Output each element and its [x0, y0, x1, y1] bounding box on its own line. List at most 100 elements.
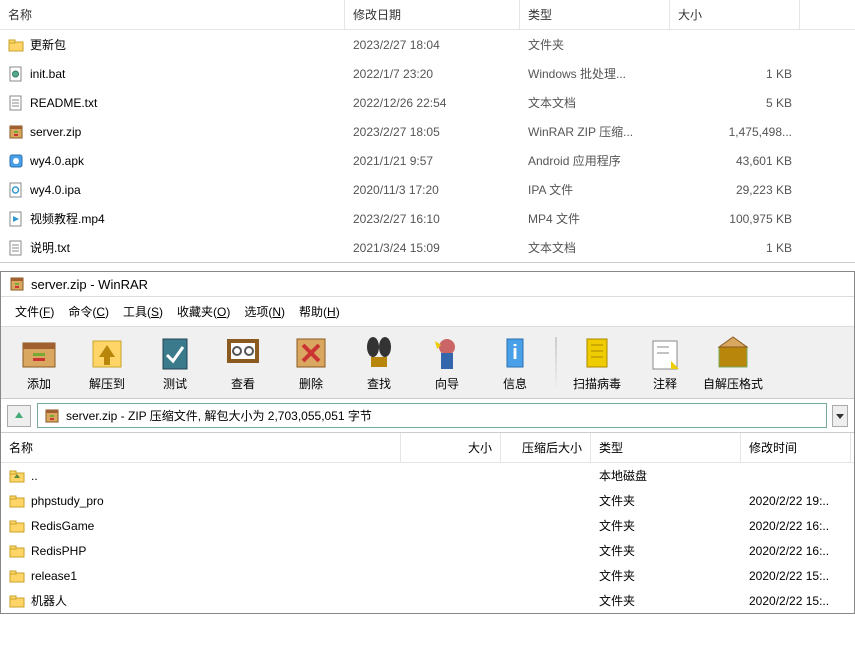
entry-size — [401, 499, 501, 503]
wheader-size[interactable]: 大小 — [401, 433, 501, 462]
entry-name: phpstudy_pro — [31, 494, 104, 508]
file-date: 2023/2/27 16:10 — [345, 210, 520, 228]
file-row[interactable]: wy4.0.apk 2021/1/21 9:57 Android 应用程序 43… — [0, 146, 855, 175]
menu-工具[interactable]: 工具(S) — [117, 301, 169, 322]
wheader-name[interactable]: 名称 — [1, 433, 401, 462]
tool-label: 注释 — [653, 375, 677, 392]
entry-type: 文件夹 — [591, 490, 741, 511]
entry-date: 2020/2/22 15:.. — [741, 567, 851, 585]
file-name: wy4.0.apk — [30, 154, 84, 168]
entry-name: RedisGame — [31, 519, 94, 533]
pathbar: server.zip - ZIP 压缩文件, 解包大小为 2,703,055,0… — [1, 399, 854, 433]
updir-icon — [9, 468, 25, 484]
entry-packed — [501, 599, 591, 603]
folder-icon — [8, 37, 24, 53]
wizard-icon — [427, 333, 467, 373]
folder-icon — [9, 568, 25, 584]
file-row[interactable]: 说明.txt 2021/3/24 15:09 文本文档 1 KB — [0, 233, 855, 262]
add-icon — [19, 333, 59, 373]
tool-wizard[interactable]: 向导 — [417, 333, 477, 392]
wheader-packed[interactable]: 压缩后大小 — [501, 433, 591, 462]
file-size: 100,975 KB — [670, 210, 800, 228]
wheader-type[interactable]: 类型 — [591, 433, 741, 462]
explorer-column-headers: 名称 修改日期 类型 大小 — [0, 0, 855, 30]
mp4-icon — [8, 211, 24, 227]
header-type[interactable]: 类型 — [520, 0, 670, 29]
menu-文件[interactable]: 文件(F) — [9, 301, 60, 322]
header-name[interactable]: 名称 — [0, 0, 345, 29]
menu-命令[interactable]: 命令(C) — [62, 301, 115, 322]
path-dropdown-button[interactable] — [832, 405, 848, 427]
entry-name: 机器人 — [31, 592, 67, 609]
tool-scan[interactable]: 扫描病毒 — [567, 333, 627, 392]
tool-label: 解压到 — [89, 375, 125, 392]
file-size: 1 KB — [670, 65, 800, 83]
file-date: 2022/1/7 23:20 — [345, 65, 520, 83]
menu-收藏夹[interactable]: 收藏夹(O) — [171, 301, 236, 322]
find-icon — [359, 333, 399, 373]
chevron-down-icon — [835, 411, 845, 421]
explorer-panel: 名称 修改日期 类型 大小 更新包 2023/2/27 18:04 文件夹 in… — [0, 0, 855, 263]
tool-label: 添加 — [27, 375, 51, 392]
entry-name: RedisPHP — [31, 544, 86, 558]
tool-test[interactable]: 测试 — [145, 333, 205, 392]
file-row[interactable]: server.zip 2023/2/27 18:05 WinRAR ZIP 压缩… — [0, 117, 855, 146]
svg-text:i: i — [512, 342, 518, 364]
tool-delete[interactable]: 删除 — [281, 333, 341, 392]
path-text: server.zip - ZIP 压缩文件, 解包大小为 2,703,055,0… — [66, 407, 372, 424]
entry-packed — [501, 499, 591, 503]
tool-info[interactable]: i信息 — [485, 333, 545, 392]
entry-size — [401, 599, 501, 603]
tool-comment[interactable]: 注释 — [635, 333, 695, 392]
file-row[interactable]: init.bat 2022/1/7 23:20 Windows 批处理... 1… — [0, 59, 855, 88]
header-date[interactable]: 修改日期 — [345, 0, 520, 29]
archive-row[interactable]: release1 文件夹 2020/2/22 15:.. — [1, 563, 854, 588]
entry-packed — [501, 574, 591, 578]
entry-date: 2020/2/22 15:.. — [741, 592, 851, 610]
file-name: wy4.0.ipa — [30, 183, 81, 197]
entry-packed — [501, 524, 591, 528]
file-row[interactable]: 视频教程.mp4 2023/2/27 16:10 MP4 文件 100,975 … — [0, 204, 855, 233]
wheader-date[interactable]: 修改时间 — [741, 433, 851, 462]
file-row[interactable]: 更新包 2023/2/27 18:04 文件夹 — [0, 30, 855, 59]
extract-icon — [87, 333, 127, 373]
file-size: 43,601 KB — [670, 152, 800, 170]
view-icon — [223, 333, 263, 373]
winrar-icon — [9, 276, 25, 292]
menu-选项[interactable]: 选项(N) — [238, 301, 291, 322]
archive-row[interactable]: phpstudy_pro 文件夹 2020/2/22 19:.. — [1, 488, 854, 513]
menu-帮助[interactable]: 帮助(H) — [293, 301, 346, 322]
winrar-rows: .. 本地磁盘 phpstudy_pro 文件夹 2020/2/22 19:..… — [1, 463, 854, 613]
tool-label: 查看 — [231, 375, 255, 392]
tool-label: 扫描病毒 — [573, 375, 621, 392]
file-name: init.bat — [30, 67, 65, 81]
test-icon — [155, 333, 195, 373]
tool-add[interactable]: 添加 — [9, 333, 69, 392]
entry-packed — [501, 549, 591, 553]
toolbar-separator — [555, 337, 557, 388]
file-name: 说明.txt — [30, 239, 70, 256]
tool-extract[interactable]: 解压到 — [77, 333, 137, 392]
file-row[interactable]: README.txt 2022/12/26 22:54 文本文档 5 KB — [0, 88, 855, 117]
file-size: 5 KB — [670, 94, 800, 112]
up-button[interactable] — [7, 405, 31, 427]
apk-icon — [8, 153, 24, 169]
header-size[interactable]: 大小 — [670, 0, 800, 29]
archive-row[interactable]: RedisPHP 文件夹 2020/2/22 16:.. — [1, 538, 854, 563]
file-date: 2021/1/21 9:57 — [345, 152, 520, 170]
path-field[interactable]: server.zip - ZIP 压缩文件, 解包大小为 2,703,055,0… — [37, 403, 827, 428]
entry-packed — [501, 474, 591, 478]
tool-sfx[interactable]: 自解压格式 — [703, 333, 763, 392]
archive-row[interactable]: .. 本地磁盘 — [1, 463, 854, 488]
entry-name: .. — [31, 469, 38, 483]
tool-view[interactable]: 查看 — [213, 333, 273, 392]
file-date: 2023/2/27 18:05 — [345, 123, 520, 141]
file-size: 1,475,498... — [670, 123, 800, 141]
file-row[interactable]: wy4.0.ipa 2020/11/3 17:20 IPA 文件 29,223 … — [0, 175, 855, 204]
tool-find[interactable]: 查找 — [349, 333, 409, 392]
file-date: 2022/12/26 22:54 — [345, 94, 520, 112]
archive-row[interactable]: RedisGame 文件夹 2020/2/22 16:.. — [1, 513, 854, 538]
archive-row[interactable]: 机器人 文件夹 2020/2/22 15:.. — [1, 588, 854, 613]
winrar-column-headers: 名称 大小 压缩后大小 类型 修改时间 — [1, 433, 854, 463]
file-name: README.txt — [30, 96, 97, 110]
